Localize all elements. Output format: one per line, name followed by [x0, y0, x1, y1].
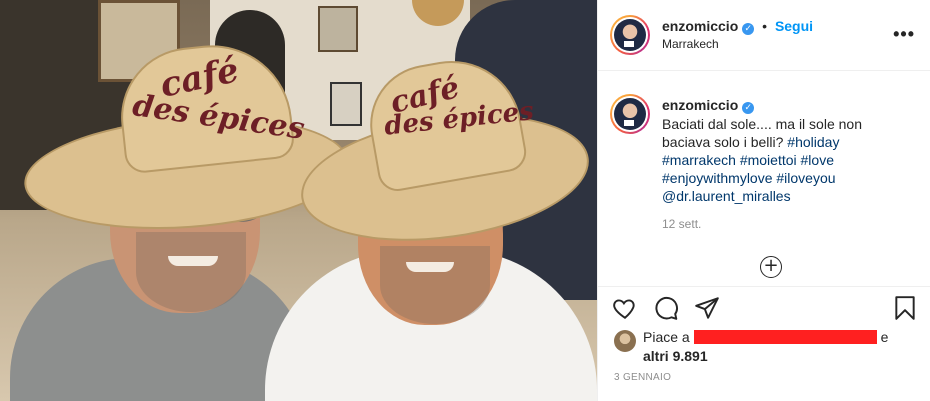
photo-left-man-smile — [168, 256, 218, 266]
action-bar — [598, 286, 930, 326]
likes-summary: Piace a e altri 9.891 — [643, 328, 923, 366]
photo-background-frame — [330, 82, 362, 126]
photo-background-frame — [318, 6, 358, 52]
caption-time-ago: 12 sett. — [662, 217, 702, 231]
caption-text: Baciati dal sole.... ma il sole non baci… — [662, 115, 914, 205]
bookmark-icon[interactable] — [892, 295, 918, 321]
heart-icon[interactable] — [612, 295, 638, 321]
header-username[interactable]: enzomiccio — [662, 18, 738, 34]
header-avatar[interactable] — [610, 15, 650, 55]
caption-username[interactable]: enzomiccio — [662, 97, 738, 113]
follow-button[interactable]: Segui — [775, 18, 813, 34]
comment-icon[interactable] — [653, 295, 679, 321]
hashtag-link[interactable]: #marrakech — [662, 152, 736, 168]
hashtag-link[interactable]: #holiday — [787, 134, 839, 150]
header-user-line: enzomiccio ✓ • Segui — [662, 18, 813, 35]
share-icon[interactable] — [694, 295, 720, 321]
likes-count-link[interactable]: altri 9.891 — [643, 348, 708, 364]
verified-badge-icon: ✓ — [742, 23, 755, 35]
liker-avatar[interactable] — [614, 330, 636, 352]
caption-user-line: enzomiccio ✓ — [662, 97, 755, 114]
likes-prefix: Piace a — [643, 329, 690, 345]
header-separator: • — [762, 18, 768, 34]
hashtag-link[interactable]: #love — [801, 152, 834, 168]
post-date[interactable]: 3 GENNAIO — [614, 372, 671, 383]
verified-badge-icon: ✓ — [742, 102, 755, 114]
post-side-panel: enzomiccio ✓ • Segui Marrakech ••• enzomi… — [597, 0, 930, 401]
photo-right-man-smile — [406, 262, 454, 272]
photo-left-man-beard — [136, 232, 246, 312]
post-photo[interactable]: café des épices café des épices — [0, 0, 597, 401]
avatar-image — [614, 19, 646, 51]
mention-link[interactable]: @dr.laurent_miralles — [662, 188, 791, 204]
post-header: enzomiccio ✓ • Segui Marrakech ••• — [598, 0, 930, 71]
hashtag-link[interactable]: #iloveyou — [776, 170, 835, 186]
caption-avatar[interactable] — [610, 94, 650, 134]
hashtag-link[interactable]: #enjoywithmylove — [662, 170, 773, 186]
likes-suffix: e — [880, 329, 889, 345]
redacted-username — [693, 330, 877, 344]
hashtag-link[interactable]: #moiettoi — [740, 152, 797, 168]
avatar-image — [614, 98, 646, 130]
more-options-icon[interactable]: ••• — [893, 24, 915, 45]
plus-circle-icon[interactable]: + — [760, 256, 782, 278]
post-location[interactable]: Marrakech — [662, 37, 719, 51]
photo-right-man-beard — [380, 246, 490, 324]
